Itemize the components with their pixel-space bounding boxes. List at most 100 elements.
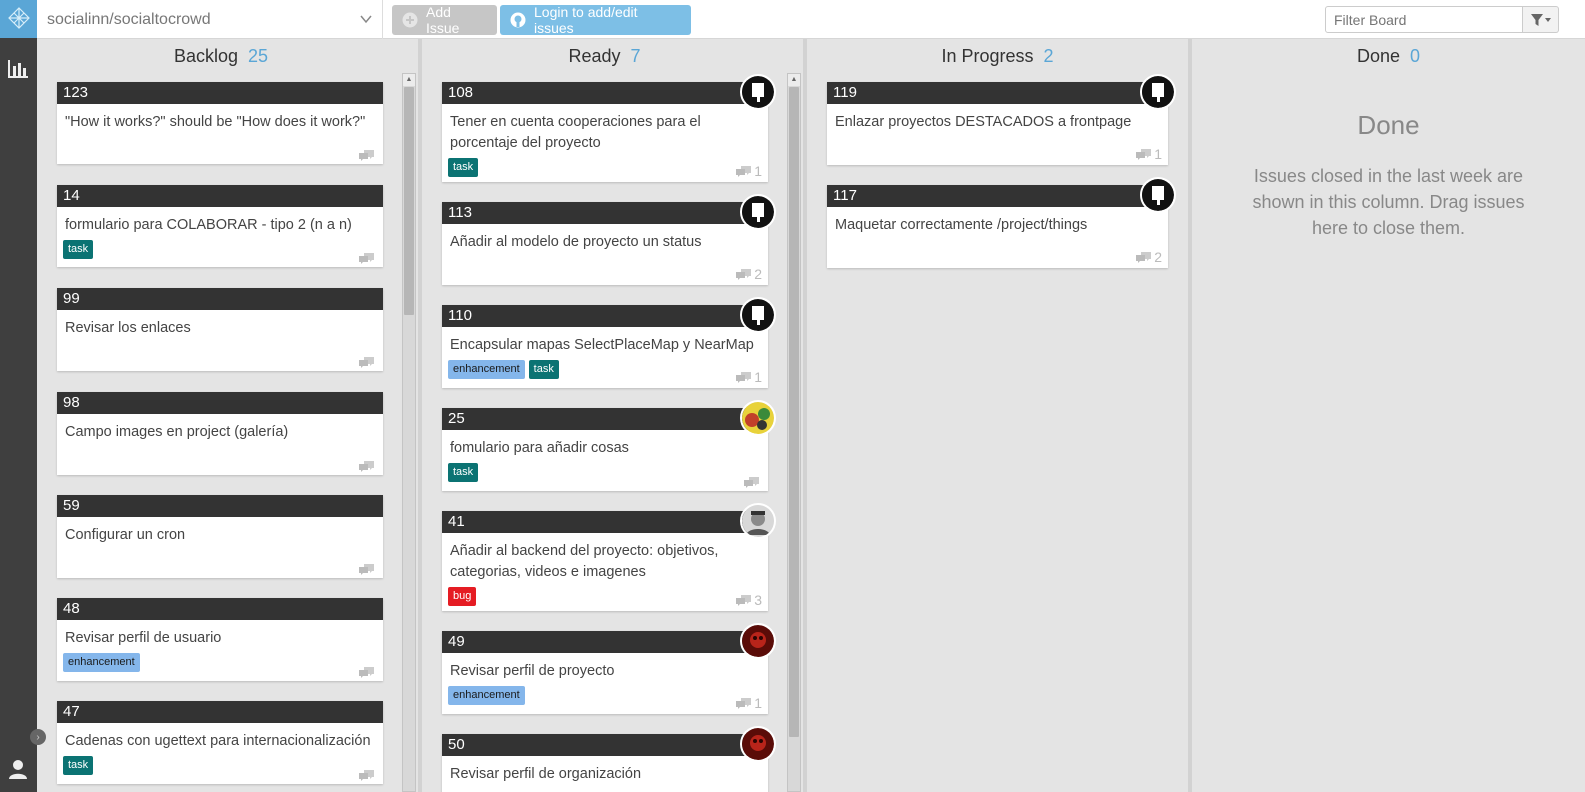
column-title: Done [1356,46,1400,66]
issue-card[interactable]: 123 "How it works?" should be "How does … [57,82,383,164]
plus-circle-icon [402,12,418,28]
done-empty-state: Done Issues closed in the last week are … [1192,110,1585,241]
comment-icon [359,667,374,678]
column-header: Ready 7 [422,46,787,67]
flag-avatar[interactable] [1140,74,1176,110]
issue-title[interactable]: Revisar perfil de organización [442,756,768,787]
issue-card[interactable]: 50 Revisar perfil de organización [442,726,776,792]
issue-card[interactable]: 108 Tener en cuenta cooperaciones para e… [442,74,776,182]
issue-number: 59 [57,495,383,517]
issue-card[interactable]: 110 Encapsular mapas SelectPlaceMap y Ne… [442,297,776,388]
label-bug[interactable]: bug [448,587,477,606]
label-enhancement[interactable]: enhancement [448,686,525,705]
comments-indicator [359,564,377,575]
label-task[interactable]: task [448,463,479,482]
issue-title[interactable]: fomulario para añadir cosas [442,430,768,461]
issue-title[interactable]: Añadir al modelo de proyecto un status [442,224,768,255]
issue-title[interactable]: Revisar perfil de usuario [57,620,383,651]
issue-title[interactable]: Configurar un cron [57,517,383,548]
red-avatar[interactable] [740,726,776,762]
issue-card[interactable]: 41 Añadir al backend del proyecto: objet… [442,503,776,611]
app-logo-icon[interactable] [0,0,37,38]
column-count: 0 [1410,46,1421,66]
issue-title[interactable]: Campo images en project (galería) [57,414,383,445]
comment-icon [736,165,752,177]
comments-indicator [359,150,377,161]
user-icon[interactable] [7,758,29,780]
comments-indicator: 1 [736,695,762,711]
filter-dropdown-button[interactable] [1523,6,1559,33]
comments-indicator [359,667,377,678]
scroll-up-arrow-icon[interactable]: ▲ [403,74,415,86]
comments-indicator [359,461,377,472]
issue-card[interactable]: 59 Configurar un cron [57,495,383,578]
issue-number: 110 [442,305,768,327]
repo-name: socialinn/socialtocrowd [47,10,211,28]
issue-card[interactable]: 47 Cadenas con ugettext para internacion… [57,701,383,784]
comment-icon [736,697,752,709]
comment-icon [359,357,374,368]
comments-indicator [744,477,762,488]
issue-card[interactable]: 99 Revisar los enlaces [57,288,383,371]
issue-title[interactable]: "How it works?" should be "How does it w… [57,104,383,135]
scroll-thumb[interactable] [404,87,414,315]
scroll-up-arrow-icon[interactable]: ▲ [788,74,800,86]
filter-board-input[interactable] [1325,6,1523,33]
ready-scrollbar[interactable]: ▲ [787,73,801,792]
issue-card[interactable]: 14 formulario para COLABORAR - tipo 2 (n… [57,185,383,267]
label-enhancement[interactable]: enhancement [63,653,140,672]
flag-avatar[interactable] [1140,177,1176,213]
column-header: Backlog 25 [40,46,402,67]
issue-card[interactable]: 25 fomulario para añadir cosas task [442,400,776,491]
face-avatar[interactable] [740,503,776,539]
issue-title[interactable]: Revisar los enlaces [57,310,383,341]
issue-title[interactable]: Tener en cuenta cooperaciones para el po… [442,104,768,156]
label-task[interactable]: task [63,756,94,775]
issue-title[interactable]: Cadenas con ugettext para internacionali… [57,723,383,754]
issue-title[interactable]: Enlazar proyectos DESTACADOS a frontpage [827,104,1168,135]
issue-card[interactable]: 49 Revisar perfil de proyecto enhancemen… [442,623,776,714]
comment-icon [359,461,374,472]
issue-number: 49 [442,631,768,653]
filter-icon [1530,13,1551,26]
issue-number: 25 [442,408,768,430]
top-bar: socialinn/socialtocrowd Add Issue Login … [37,0,1585,39]
issue-title[interactable]: formulario para COLABORAR - tipo 2 (n a … [57,207,383,238]
scroll-thumb[interactable] [789,87,799,737]
issue-number: 47 [57,701,383,723]
flag-avatar[interactable] [740,194,776,230]
issue-card[interactable]: 113 Añadir al modelo de proyecto un stat… [442,194,776,285]
repo-selector[interactable]: socialinn/socialtocrowd [37,0,383,39]
comments-indicator: 3 [736,592,762,608]
add-issue-button[interactable]: Add Issue [392,4,497,36]
issue-title[interactable]: Encapsular mapas SelectPlaceMap y NearMa… [442,327,768,358]
issue-card[interactable]: 119 Enlazar proyectos DESTACADOS a front… [827,74,1176,165]
label-task[interactable]: task [528,360,559,379]
comment-icon [359,770,374,781]
stats-icon[interactable] [6,58,30,80]
issue-title[interactable]: Maquetar correctamente /project/things [827,207,1168,238]
colorful-avatar[interactable] [740,400,776,436]
issue-card[interactable]: 98 Campo images en project (galería) [57,392,383,475]
label-task[interactable]: task [63,240,94,259]
column-header: Done 0 [1192,46,1585,67]
comment-count: 2 [1154,249,1162,265]
label-task[interactable]: task [448,158,479,177]
comments-indicator: 2 [736,266,762,282]
label-enhancement[interactable]: enhancement [448,360,525,379]
issue-number: 99 [57,288,383,310]
issue-title[interactable]: Revisar perfil de proyecto [442,653,768,684]
flag-avatar[interactable] [740,74,776,110]
add-issue-label: Add Issue [426,4,460,36]
github-icon [510,12,526,28]
red-avatar[interactable] [740,623,776,659]
login-button[interactable]: Login to add/edit issues [500,4,691,36]
issue-card[interactable]: 117 Maquetar correctamente /project/thin… [827,177,1176,268]
issue-card[interactable]: 48 Revisar perfil de usuario enhancement [57,598,383,681]
comment-icon [736,594,752,606]
flag-avatar[interactable] [740,297,776,333]
issue-number: 41 [442,511,768,533]
backlog-scrollbar[interactable]: ▲ [402,73,416,792]
issue-number: 113 [442,202,768,224]
issue-title[interactable]: Añadir al backend del proyecto: objetivo… [442,533,768,585]
